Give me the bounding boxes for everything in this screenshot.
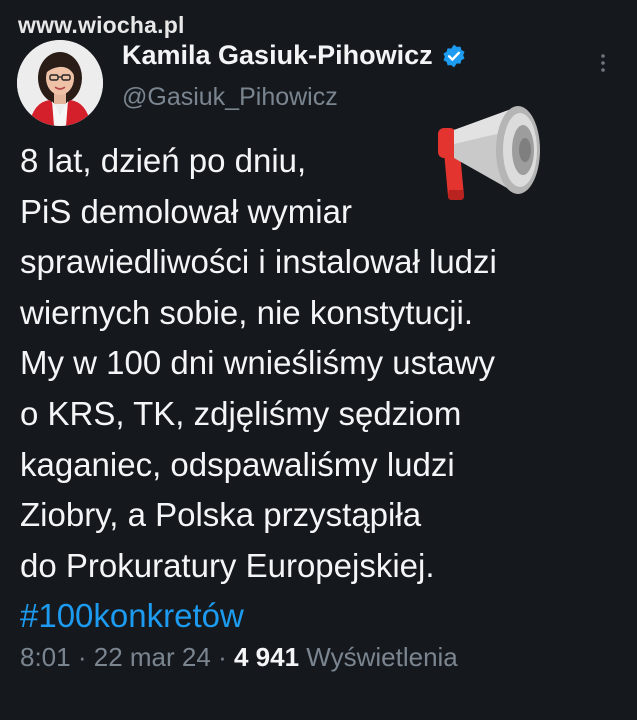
tweet-line: Ziobry, a Polska przystąpiła: [20, 496, 422, 534]
tweet-time[interactable]: 8:01: [20, 642, 71, 672]
meta-separator: ·: [77, 642, 87, 672]
avatar-portrait: [17, 40, 103, 126]
tweet-line: kaganiec, odspawaliśmy ludzi: [20, 445, 455, 483]
author-handle[interactable]: @Gasiuk_Pihowicz: [122, 83, 338, 112]
tweet-line: sprawiedliwości i instalował ludzi: [20, 243, 497, 281]
tweet-line: 8 lat, dzień po dniu,: [20, 142, 307, 179]
tweet-text: 8 lat, dzień po dniu, PiS demolował wymi…: [20, 136, 620, 642]
tweet-meta: 8:01 · 22 mar 24 · 4 941 Wyświetlenia: [20, 642, 458, 673]
meta-separator: ·: [218, 642, 227, 672]
tweet-line: wiernych sobie, nie konstytucji.: [20, 293, 474, 331]
views-label: Wyświetlenia: [306, 642, 458, 672]
hashtag-link[interactable]: #100konkretów: [20, 591, 620, 642]
tweet-line: o KRS, TK, zdjęliśmy sędziom: [20, 394, 462, 432]
more-options-icon[interactable]: [598, 52, 608, 74]
views-count: 4 941: [233, 642, 300, 672]
tweet-date[interactable]: 22 mar 24: [94, 642, 211, 672]
author-name-row[interactable]: Kamila Gasiuk-Pihowicz: [122, 40, 467, 71]
verified-badge-icon: [443, 44, 465, 67]
site-watermark: www.wiocha.pl: [18, 12, 185, 38]
tweet-screenshot: www.wiocha.pl Kamila Gasiuk-Pihowicz @Ga…: [0, 0, 637, 720]
tweet-line: PiS demolował wymiar: [20, 192, 352, 230]
avatar[interactable]: [17, 40, 103, 126]
tweet-line: My w 100 dni wnieśliśmy ustawy: [20, 344, 495, 382]
tweet-line: do Prokuratury Europejskiej.: [20, 546, 435, 584]
author-name[interactable]: Kamila Gasiuk-Pihowicz: [122, 40, 433, 71]
